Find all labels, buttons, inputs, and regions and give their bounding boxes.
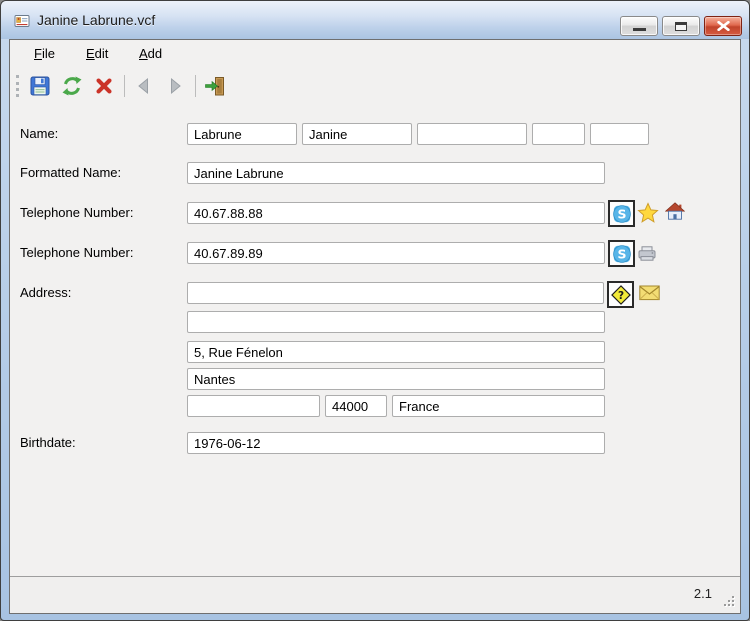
svg-text:?: ?	[617, 290, 623, 302]
telephone2-label: Telephone Number:	[20, 245, 134, 260]
address-region-input[interactable]	[187, 395, 320, 417]
close-button[interactable]	[704, 16, 742, 36]
address-label: Address:	[20, 285, 72, 300]
close-icon	[716, 21, 730, 31]
save-icon	[30, 76, 50, 96]
fax-icon	[638, 246, 656, 261]
exit-door-icon	[205, 77, 224, 96]
back-button[interactable]	[130, 72, 158, 100]
name-prefix-input[interactable]	[532, 123, 585, 145]
forward-button[interactable]	[161, 72, 189, 100]
exit-button[interactable]	[201, 72, 229, 100]
telephone1-input[interactable]	[187, 202, 605, 224]
back-icon	[138, 77, 148, 95]
skype-icon: S	[612, 204, 631, 223]
refresh-button[interactable]	[58, 72, 86, 100]
delete-icon	[96, 78, 112, 94]
address-locality-input[interactable]	[187, 368, 605, 390]
home-icon	[665, 202, 685, 220]
status-bar: 2.1	[10, 576, 740, 613]
toolbar-grip[interactable]	[16, 75, 19, 97]
skype-call-button[interactable]: S	[608, 240, 635, 267]
telephone2-input[interactable]	[187, 242, 605, 264]
name-label: Name:	[20, 126, 59, 141]
svg-text:S: S	[617, 206, 626, 221]
toolbar-separator	[124, 75, 125, 97]
toolbar-separator	[195, 75, 196, 97]
toolbar	[10, 67, 740, 105]
refresh-icon	[62, 76, 82, 96]
menu-edit[interactable]: Edit	[79, 44, 115, 63]
svg-text:S: S	[617, 246, 626, 261]
address-street-input[interactable]	[187, 341, 605, 363]
favorite-star-icon	[637, 202, 659, 223]
delete-button[interactable]	[90, 72, 118, 100]
birthdate-label: Birthdate:	[20, 435, 76, 450]
menu-bar: File Edit Add	[10, 40, 740, 67]
client-area: File Edit Add Name: Labrune Janine Forma…	[9, 39, 741, 614]
save-button[interactable]	[26, 72, 54, 100]
address-pobox-input[interactable]	[187, 282, 604, 304]
skype-call-button[interactable]: S	[608, 200, 635, 227]
resize-grip[interactable]	[724, 596, 736, 608]
minimize-icon	[632, 27, 646, 31]
name-additional-input[interactable]	[417, 123, 527, 145]
formatted-name-label: Formatted Name:	[20, 165, 122, 180]
vcard-version: 2.1	[693, 586, 712, 601]
screen: Janine Labrune.vcf File Edit Add Name: L…	[0, 0, 750, 621]
mail-envelope-icon	[639, 285, 660, 301]
address-type-sign-icon: ?	[610, 284, 631, 305]
address-type-button[interactable]: ?	[607, 281, 634, 308]
formatted-name-input[interactable]	[187, 162, 605, 184]
forward-icon	[171, 77, 181, 95]
skype-icon: S	[612, 244, 631, 263]
name-last-input[interactable]	[187, 123, 297, 145]
vcard-app-icon	[14, 15, 30, 27]
maximize-icon	[675, 21, 687, 31]
app-window: Janine Labrune.vcf File Edit Add Name: L…	[0, 0, 750, 621]
title-bar[interactable]: Janine Labrune.vcf	[1, 1, 749, 39]
birthdate-input[interactable]	[187, 432, 605, 454]
address-postal-code-input[interactable]	[325, 395, 387, 417]
menu-file[interactable]: File	[27, 44, 62, 63]
telephone1-label: Telephone Number:	[20, 205, 134, 220]
minimize-button[interactable]	[620, 16, 658, 36]
window-title: Janine Labrune.vcf	[37, 12, 156, 28]
maximize-button[interactable]	[662, 16, 700, 36]
name-first-input[interactable]	[302, 123, 412, 145]
name-suffix-input[interactable]	[590, 123, 649, 145]
address-country-input[interactable]	[392, 395, 605, 417]
menu-add[interactable]: Add	[132, 44, 169, 63]
address-extended-input[interactable]	[187, 311, 605, 333]
